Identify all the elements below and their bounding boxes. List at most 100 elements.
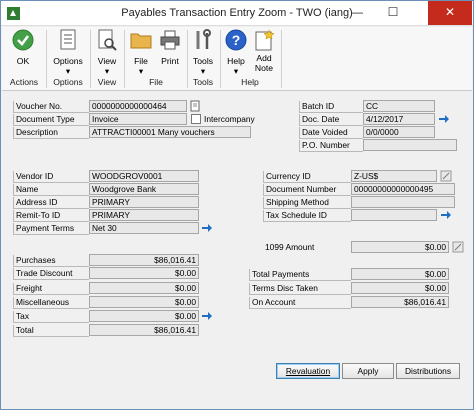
chevron-down-icon: ▾ bbox=[104, 66, 110, 76]
total-payments-label: Total Payments bbox=[249, 269, 351, 281]
ok-button[interactable]: OK bbox=[8, 29, 38, 66]
amount-1099-field[interactable]: $0.00 bbox=[351, 241, 449, 253]
view-button[interactable]: View ▾ bbox=[93, 29, 121, 76]
form-body: Voucher No. 0000000000000464 Document Ty… bbox=[2, 92, 472, 409]
miscellaneous-field[interactable]: $0.00 bbox=[89, 296, 199, 308]
options-button[interactable]: Options ▾ bbox=[49, 29, 87, 76]
chevron-down-icon: ▾ bbox=[233, 66, 239, 76]
group-file: File bbox=[149, 77, 163, 87]
total-label: Total bbox=[13, 325, 89, 337]
vendor-name-label: Name bbox=[13, 184, 89, 196]
total-field[interactable]: $86,016.41 bbox=[89, 324, 199, 336]
remit-to-field[interactable]: PRIMARY bbox=[89, 209, 199, 221]
add-note-label-2: Note bbox=[254, 63, 274, 73]
vendor-id-field[interactable]: WOODGROV0001 bbox=[89, 170, 199, 182]
file-button[interactable]: File ▾ bbox=[128, 29, 154, 76]
view-label: View bbox=[97, 56, 117, 66]
tax-schedule-label: Tax Schedule ID bbox=[263, 210, 351, 222]
group-help: Help bbox=[241, 77, 259, 87]
purchases-label: Purchases bbox=[13, 255, 89, 267]
ribbon-divider bbox=[46, 30, 47, 88]
description-field[interactable]: ATTRACTI00001 Many vouchers bbox=[89, 126, 251, 138]
freight-field[interactable]: $0.00 bbox=[89, 282, 199, 294]
vendor-name-field[interactable]: Woodgrove Bank bbox=[89, 183, 199, 195]
description-label: Description bbox=[13, 127, 89, 139]
date-voided-field[interactable]: 0/0/0000 bbox=[363, 126, 435, 138]
address-id-field[interactable]: PRIMARY bbox=[89, 196, 199, 208]
voucher-no-label: Voucher No. bbox=[13, 101, 89, 113]
minimize-button[interactable]: — bbox=[341, 1, 373, 25]
group-actions: Actions bbox=[9, 77, 39, 87]
trade-discount-field[interactable]: $0.00 bbox=[89, 267, 199, 279]
printer-icon bbox=[160, 30, 180, 50]
date-voided-label: Date Voided bbox=[299, 127, 363, 139]
chevron-down-icon: ▾ bbox=[138, 66, 144, 76]
voucher-no-field[interactable]: 0000000000000464 bbox=[89, 100, 187, 112]
purchases-field[interactable]: $86,016.41 bbox=[89, 254, 199, 266]
total-payments-field[interactable]: $0.00 bbox=[351, 268, 449, 280]
po-number-field[interactable] bbox=[363, 139, 457, 151]
terms-disc-field[interactable]: $0.00 bbox=[351, 282, 449, 294]
expand-arrow-icon[interactable] bbox=[438, 113, 450, 125]
group-tools: Tools bbox=[192, 77, 214, 87]
folder-icon bbox=[130, 33, 152, 49]
currency-id-label: Currency ID bbox=[263, 171, 351, 183]
tax-schedule-field[interactable] bbox=[351, 209, 437, 221]
window: Payables Transaction Entry Zoom - TWO (i… bbox=[0, 0, 474, 410]
chevron-down-icon: ▾ bbox=[200, 66, 206, 76]
amount-1099-label: 1099 Amount bbox=[265, 242, 315, 252]
intercompany-checkbox[interactable] bbox=[191, 114, 201, 124]
currency-id-field[interactable]: Z-US$ bbox=[351, 170, 437, 182]
apply-button[interactable]: Apply bbox=[342, 363, 394, 379]
doc-date-field[interactable]: 4/12/2017 bbox=[363, 113, 435, 125]
document-type-field[interactable]: Invoice bbox=[89, 113, 187, 125]
apply-label: Apply bbox=[357, 366, 379, 376]
document-type-label: Document Type bbox=[13, 114, 89, 126]
ribbon-divider bbox=[124, 30, 125, 88]
lookup-icon[interactable] bbox=[452, 241, 464, 253]
file-label: File bbox=[134, 56, 148, 66]
shipping-method-field[interactable] bbox=[351, 196, 455, 208]
view-icon bbox=[98, 29, 117, 51]
distributions-label: Distributions bbox=[404, 366, 452, 376]
tax-label: Tax bbox=[13, 311, 89, 323]
tools-label: Tools bbox=[192, 56, 214, 66]
intercompany-label: Intercompany bbox=[204, 114, 255, 124]
close-button[interactable]: ✕ bbox=[428, 1, 472, 25]
note-icon[interactable] bbox=[189, 100, 201, 112]
help-label: Help bbox=[227, 56, 245, 66]
address-id-label: Address ID bbox=[13, 197, 89, 209]
svg-text:?: ? bbox=[232, 32, 241, 48]
help-button[interactable]: ? Help ▾ bbox=[223, 29, 249, 76]
freight-label: Freight bbox=[13, 283, 89, 295]
on-account-field[interactable]: $86,016.41 bbox=[351, 296, 449, 308]
options-icon bbox=[60, 29, 76, 50]
po-number-label: P.O. Number bbox=[299, 140, 363, 152]
expand-arrow-icon[interactable] bbox=[201, 310, 213, 322]
maximize-button[interactable]: ☐ bbox=[377, 1, 409, 25]
document-number-field[interactable]: 00000000000000495 bbox=[351, 183, 455, 195]
group-view: View bbox=[97, 77, 117, 87]
print-button[interactable]: Print bbox=[156, 29, 184, 66]
add-note-button[interactable]: Add Note bbox=[251, 29, 277, 73]
doc-date-label: Doc. Date bbox=[299, 114, 363, 126]
remit-to-label: Remit-To ID bbox=[13, 210, 89, 222]
tools-icon bbox=[196, 29, 211, 49]
batch-id-field[interactable]: CC bbox=[363, 100, 435, 112]
ribbon: OK Actions Options ▾ Options View ▾ View… bbox=[2, 27, 472, 91]
payment-terms-label: Payment Terms bbox=[13, 223, 89, 235]
note-icon bbox=[255, 29, 275, 51]
tools-button[interactable]: Tools ▾ bbox=[190, 29, 216, 76]
ok-label: OK bbox=[16, 56, 30, 66]
terms-disc-label: Terms Disc Taken bbox=[249, 283, 351, 295]
tax-field[interactable]: $0.00 bbox=[89, 310, 199, 322]
shipping-method-label: Shipping Method bbox=[263, 197, 351, 209]
on-account-label: On Account bbox=[249, 297, 351, 309]
expand-arrow-icon[interactable] bbox=[201, 222, 213, 234]
batch-id-label: Batch ID bbox=[299, 101, 363, 113]
payment-terms-field[interactable]: Net 30 bbox=[89, 222, 199, 234]
currency-lookup-icon[interactable] bbox=[440, 170, 452, 182]
revaluation-button[interactable]: Revaluation bbox=[276, 363, 340, 379]
expand-arrow-icon[interactable] bbox=[440, 209, 452, 221]
distributions-button[interactable]: Distributions bbox=[396, 363, 460, 379]
